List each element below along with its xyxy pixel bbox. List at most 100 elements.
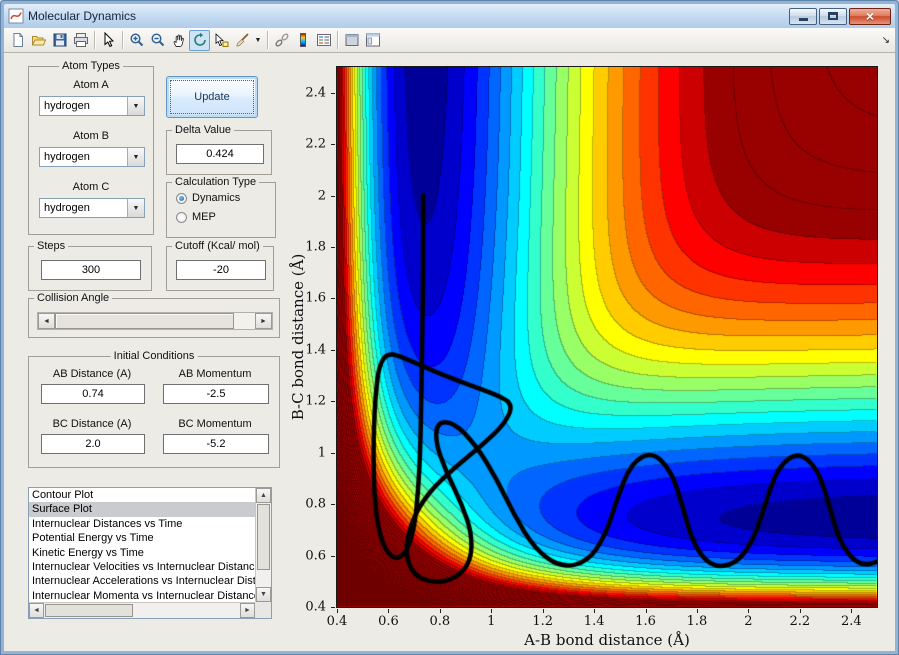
close-button[interactable]: ×: [849, 7, 891, 25]
vertical-scrollbar[interactable]: ▲ ▼: [255, 488, 271, 602]
collision-angle-slider[interactable]: ◄ ►: [37, 312, 273, 330]
y-tick-mark: [331, 144, 335, 146]
pan-button[interactable]: [168, 30, 189, 51]
app-window: Molecular Dynamics × ▼ ↘ Atom Types Atom…: [0, 0, 899, 655]
edit-plot-button[interactable]: [98, 30, 119, 51]
atom-a-selected-value: hydrogen: [44, 100, 90, 112]
link-plot-button[interactable]: [271, 30, 292, 51]
insert-legend-button[interactable]: [313, 30, 334, 51]
open-file-button[interactable]: [28, 30, 49, 51]
title-bar[interactable]: Molecular Dynamics ×: [4, 4, 895, 28]
list-item[interactable]: Contour Plot: [29, 488, 255, 502]
zoom-out-icon: [150, 33, 164, 47]
data-cursor-button[interactable]: [210, 30, 231, 51]
cutoff-input[interactable]: [176, 260, 266, 280]
hide-plot-tools-button[interactable]: [341, 30, 362, 51]
vertical-scrollbar-thumb[interactable]: [257, 504, 270, 570]
slider-left-arrow[interactable]: ◄: [38, 313, 55, 329]
contour-plot-canvas[interactable]: [337, 67, 877, 607]
toolbar-separator: [94, 31, 95, 49]
y-tick-label: 2.4: [305, 85, 326, 101]
toolbar-overflow-icon[interactable]: ↘: [882, 35, 890, 46]
list-item[interactable]: Kinetic Energy vs Time: [29, 546, 255, 560]
radio-dynamics[interactable]: Dynamics: [176, 192, 240, 204]
atom-a-dropdown[interactable]: hydrogen ▼: [39, 96, 145, 116]
atom-c-label: Atom C: [72, 181, 110, 193]
insert-colorbar-button[interactable]: [292, 30, 313, 51]
y-tick-mark: [331, 92, 335, 94]
delta-value-input[interactable]: [176, 144, 264, 164]
panel-title: Atom Types: [59, 60, 123, 72]
x-tick-label: 1.8: [686, 614, 708, 629]
edit-plot-arrow-icon: [104, 32, 114, 48]
brush-button[interactable]: [231, 30, 252, 51]
print-figure-button[interactable]: [70, 30, 91, 51]
zoom-in-button[interactable]: [126, 30, 147, 51]
horizontal-scrollbar[interactable]: ◄ ►: [29, 602, 255, 618]
x-tick-mark: [748, 609, 750, 613]
radio-button-icon[interactable]: [176, 211, 187, 223]
scroll-left-button[interactable]: ◄: [29, 603, 44, 618]
atom-c-dropdown[interactable]: hydrogen ▼: [39, 198, 145, 218]
slider-thumb[interactable]: [55, 313, 234, 329]
list-item[interactable]: Internuclear Velocities vs Internuclear …: [29, 560, 255, 574]
hide-plot-tools-icon: [345, 34, 358, 46]
radio-mep[interactable]: MEP: [176, 211, 216, 223]
brush-dropdown-button[interactable]: ▼: [252, 30, 264, 51]
list-item[interactable]: Internuclear Momenta vs Internuclear Dis…: [29, 589, 255, 602]
horizontal-scrollbar-thumb[interactable]: [45, 604, 133, 617]
x-tick-label: 2.2: [789, 614, 811, 629]
show-plot-tools-button[interactable]: [362, 30, 383, 51]
list-item[interactable]: Surface Plot: [29, 502, 255, 517]
scroll-down-button[interactable]: ▼: [256, 587, 271, 602]
save-figure-button[interactable]: [49, 30, 70, 51]
x-tick-mark: [337, 609, 338, 613]
new-file-button[interactable]: [7, 30, 28, 51]
x-tick-label: 2.4: [840, 614, 862, 629]
print-figure-icon: [73, 33, 88, 47]
y-tick-label: 2: [317, 188, 326, 204]
update-button[interactable]: Update: [166, 76, 258, 118]
scroll-up-button[interactable]: ▲: [256, 488, 271, 503]
toolbar-separator: [122, 31, 123, 49]
y-tick-mark: [331, 349, 335, 351]
rotate-3d-button[interactable]: [189, 29, 210, 51]
delta-value-panel: Delta Value: [166, 124, 272, 175]
x-tick-mark: [491, 609, 493, 613]
minimize-button[interactable]: [789, 7, 817, 25]
maximize-icon: [828, 12, 838, 20]
ab-momentum-input[interactable]: [163, 384, 269, 404]
dropdown-arrow-icon[interactable]: ▼: [127, 148, 144, 166]
y-axis-label: B-C bond distance (Å): [289, 253, 307, 421]
list-item[interactable]: Internuclear Accelerations vs Internucle…: [29, 574, 255, 588]
atom-types-panel: Atom Types Atom A hydrogen ▼ Atom B hydr…: [28, 60, 154, 235]
y-tick-label: 1: [317, 445, 326, 461]
atom-b-dropdown[interactable]: hydrogen ▼: [39, 147, 145, 167]
list-item[interactable]: Potential Energy vs Time: [29, 531, 255, 545]
x-tick-mark: [799, 609, 801, 613]
slider-right-arrow[interactable]: ►: [255, 313, 272, 329]
brush-icon: [235, 33, 249, 47]
atom-a-label: Atom A: [73, 79, 109, 91]
bc-momentum-input[interactable]: [163, 434, 269, 454]
zoom-out-button[interactable]: [147, 30, 168, 51]
y-tick-label: 2.2: [305, 136, 326, 152]
x-tick-mark: [439, 609, 441, 613]
x-tick-mark: [645, 609, 647, 613]
x-tick-label: 2: [744, 614, 753, 629]
scroll-right-button[interactable]: ►: [240, 603, 255, 618]
x-tick-mark: [851, 609, 853, 613]
x-axis-ticks: 0.4 0.6 0.8 1 1.2 1.4 1.6 1.8 2 2.2 2.4: [327, 609, 877, 629]
list-item[interactable]: Internuclear Distances vs Time: [29, 517, 255, 531]
rotate-3d-icon: [193, 32, 206, 46]
steps-input[interactable]: [41, 260, 141, 280]
dropdown-arrow-icon[interactable]: ▼: [127, 97, 144, 115]
maximize-button[interactable]: [819, 7, 847, 25]
bc-distance-input[interactable]: [41, 434, 145, 454]
ab-distance-input[interactable]: [41, 384, 145, 404]
y-tick-label: 0.6: [305, 548, 326, 564]
radio-button-icon[interactable]: [176, 192, 187, 204]
initial-conditions-panel: Initial Conditions AB Distance (A) AB Mo…: [28, 350, 280, 468]
dropdown-arrow-icon[interactable]: ▼: [127, 199, 144, 217]
figure-toolbar: ▼ ↘: [4, 28, 895, 53]
